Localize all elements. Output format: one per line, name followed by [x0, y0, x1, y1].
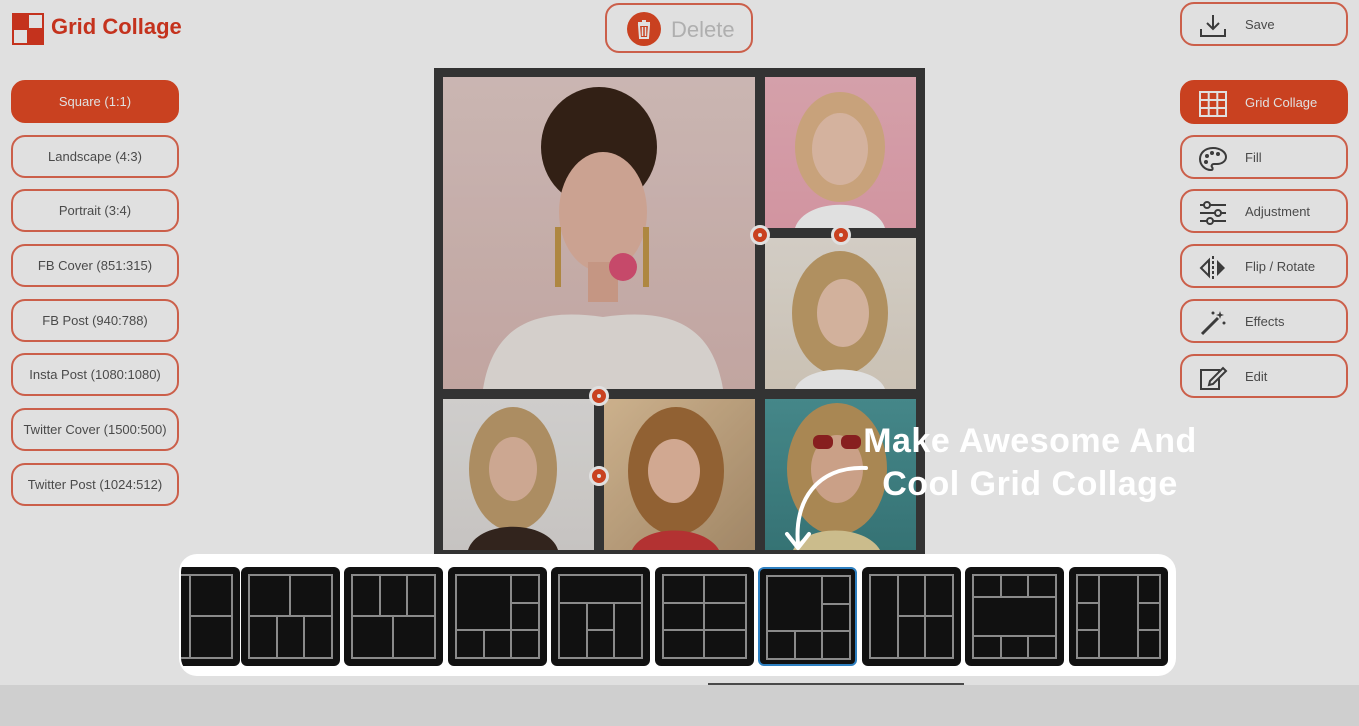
- layout-thumb-selected[interactable]: [758, 567, 857, 666]
- save-button[interactable]: Save: [1180, 2, 1348, 46]
- ratio-square-button[interactable]: Square (1:1): [11, 80, 179, 123]
- promo-callout: Make Awesome And Cool Grid Collage: [820, 420, 1240, 506]
- portrait-photo: [483, 87, 723, 389]
- resize-handle[interactable]: [589, 386, 609, 406]
- collage-photo-cell[interactable]: [765, 238, 916, 389]
- layout-thumb[interactable]: [241, 567, 340, 666]
- ratio-twitter-cover-button[interactable]: Twitter Cover (1500:500): [11, 408, 179, 451]
- ratio-label: FB Cover (851:315): [37, 258, 153, 273]
- ratio-portrait-button[interactable]: Portrait (3:4): [11, 189, 179, 232]
- tool-label: Edit: [1245, 369, 1268, 384]
- tool-adjustment-button[interactable]: Adjustment: [1180, 189, 1348, 233]
- layout-thumb[interactable]: [448, 567, 547, 666]
- tool-label: Effects: [1245, 314, 1285, 329]
- ratio-label: Portrait (3:4): [58, 203, 132, 218]
- bottom-bar: [0, 685, 1359, 726]
- ratio-label: Twitter Post (1024:512): [27, 477, 163, 492]
- ratio-label: FB Post (940:788): [42, 313, 148, 328]
- layout-thumb[interactable]: [1069, 567, 1168, 666]
- layout-picker-strip[interactable]: [181, 556, 1174, 674]
- save-label: Save: [1245, 17, 1275, 32]
- resize-handle[interactable]: [831, 225, 851, 245]
- tool-grid-collage-button[interactable]: Grid Collage: [1180, 80, 1348, 124]
- ratio-label: Twitter Cover (1500:500): [23, 422, 167, 437]
- ratio-fb-post-button[interactable]: FB Post (940:788): [11, 299, 179, 342]
- ratio-label: Square (1:1): [58, 94, 132, 109]
- grid-icon: [1199, 91, 1227, 117]
- download-icon: [1200, 15, 1226, 37]
- tool-fill-button[interactable]: Fill: [1180, 135, 1348, 179]
- edit-icon: [1200, 366, 1228, 390]
- tool-label: Fill: [1245, 150, 1262, 165]
- collage-photo-cell[interactable]: [443, 77, 755, 389]
- trash-icon: [627, 12, 661, 46]
- collage-photo-cell[interactable]: [604, 399, 755, 550]
- resize-handle[interactable]: [750, 225, 770, 245]
- callout-line-1: Make Awesome And: [863, 422, 1197, 460]
- ratio-label: Insta Post (1080:1080): [29, 367, 161, 382]
- tool-effects-button[interactable]: Effects: [1180, 299, 1348, 343]
- tool-label: Adjustment: [1245, 204, 1311, 219]
- curly-hair-woman-photo: [792, 251, 888, 389]
- blonde-woman-photo: [795, 92, 885, 228]
- layout-thumb[interactable]: [965, 567, 1064, 666]
- ratio-landscape-button[interactable]: Landscape (4:3): [11, 135, 179, 178]
- blonde-model-photo: [468, 407, 558, 550]
- layout-thumb[interactable]: [551, 567, 650, 666]
- delete-button[interactable]: Delete: [605, 3, 753, 53]
- home-indicator: [708, 683, 964, 685]
- tool-edit-button[interactable]: Edit: [1180, 354, 1348, 398]
- tool-label: Grid Collage: [1245, 95, 1318, 110]
- golden-hair-woman-photo: [628, 407, 724, 550]
- layout-thumb[interactable]: [181, 567, 240, 666]
- ratio-twitter-post-button[interactable]: Twitter Post (1024:512): [11, 463, 179, 506]
- collage-photo-cell[interactable]: [443, 399, 594, 550]
- layout-thumb[interactable]: [655, 567, 754, 666]
- tool-flip-rotate-button[interactable]: Flip / Rotate: [1180, 244, 1348, 288]
- layout-thumb[interactable]: [344, 567, 443, 666]
- app-title: Grid Collage: [51, 14, 182, 39]
- resize-handle[interactable]: [589, 466, 609, 486]
- flip-icon: [1199, 256, 1225, 280]
- collage-photo-cell[interactable]: [765, 77, 916, 228]
- ratio-label: Landscape (4:3): [48, 149, 142, 164]
- palette-icon: [1198, 146, 1228, 172]
- ratio-fb-cover-button[interactable]: FB Cover (851:315): [11, 244, 179, 287]
- delete-label: Delete: [671, 17, 735, 42]
- tool-label: Flip / Rotate: [1245, 259, 1316, 274]
- sliders-icon: [1200, 201, 1226, 225]
- magic-wand-icon: [1200, 311, 1226, 336]
- callout-line-2: Cool Grid Collage: [882, 465, 1178, 503]
- layout-thumb[interactable]: [862, 567, 961, 666]
- grid-collage-logo-icon: [12, 13, 44, 45]
- ratio-insta-post-button[interactable]: Insta Post (1080:1080): [11, 353, 179, 396]
